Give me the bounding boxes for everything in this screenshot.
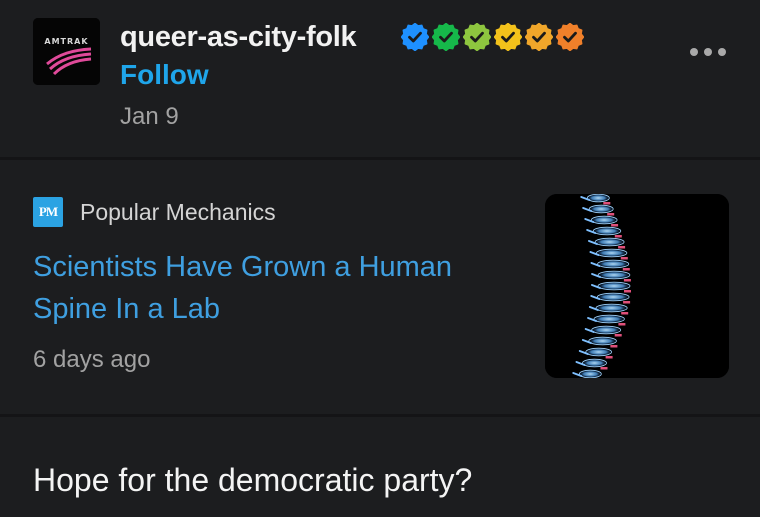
verified-badges (401, 23, 584, 51)
publisher-name: Popular Mechanics (80, 199, 276, 225)
publisher-logo-icon: PM (33, 197, 63, 227)
verified-badge-green-icon (432, 23, 460, 51)
spinal-disc (600, 367, 608, 370)
vertebra (595, 303, 628, 313)
vertebra (597, 270, 631, 280)
post-date: Jan 9 (120, 103, 179, 130)
vertebra (586, 194, 610, 203)
vertebra (597, 259, 630, 269)
article-age: 6 days ago (33, 346, 151, 373)
username[interactable]: queer-as-city-folk (120, 19, 357, 55)
post-header: AMTRAK queer-as-city-folk Follow Jan 9 (0, 0, 760, 158)
verified-badge-orange-icon (556, 23, 584, 51)
spinal-disc (618, 246, 626, 249)
spinal-disc (605, 356, 613, 359)
spinal-disc (621, 312, 629, 315)
verified-badge-yellow-icon (494, 23, 522, 51)
spinal-disc (614, 235, 622, 238)
vertebra (592, 226, 622, 236)
spinal-disc (623, 279, 631, 282)
spinal-disc (607, 213, 615, 216)
spinal-disc (611, 224, 619, 227)
vertebra (597, 281, 631, 291)
verified-badge-amber-icon (525, 23, 553, 51)
spinal-disc (622, 268, 630, 271)
vertebra (578, 369, 602, 378)
article-headline[interactable]: Scientists Have Grown a Human Spine In a… (33, 246, 513, 330)
vertebra (596, 248, 628, 258)
vertebra (596, 292, 630, 302)
vertebra (582, 358, 607, 368)
ellipsis-icon (690, 48, 726, 56)
avatar[interactable]: AMTRAK (33, 18, 100, 85)
avatar-text: AMTRAK (44, 37, 89, 46)
vertebra (591, 325, 622, 335)
spinal-disc (624, 290, 631, 293)
vertebra (593, 314, 625, 324)
follow-button[interactable]: Follow (120, 58, 209, 92)
more-options-button[interactable] (686, 42, 730, 62)
article-thumbnail[interactable] (545, 194, 729, 378)
spinal-disc (623, 301, 631, 304)
post-body-text: Hope for the democratic party? (33, 462, 473, 498)
link-card[interactable]: PM Popular Mechanics Scientists Have Gro… (0, 160, 760, 414)
spinal-disc (614, 334, 622, 337)
vertebra (594, 237, 625, 247)
divider (0, 414, 760, 417)
verified-badge-lime-icon (463, 23, 491, 51)
vertebra (585, 347, 613, 357)
spinal-disc (603, 202, 611, 205)
spinal-disc (610, 345, 618, 348)
spine-xray-image (545, 194, 729, 378)
vertebra (588, 204, 614, 214)
spinal-disc (620, 257, 628, 260)
spinal-disc (618, 323, 626, 326)
vertebra (588, 336, 617, 346)
amtrak-logo-icon (33, 18, 100, 85)
vertebra (590, 215, 618, 225)
verified-badge-blue-icon (401, 23, 429, 51)
post: AMTRAK queer-as-city-folk Follow Jan 9 P… (0, 0, 760, 517)
